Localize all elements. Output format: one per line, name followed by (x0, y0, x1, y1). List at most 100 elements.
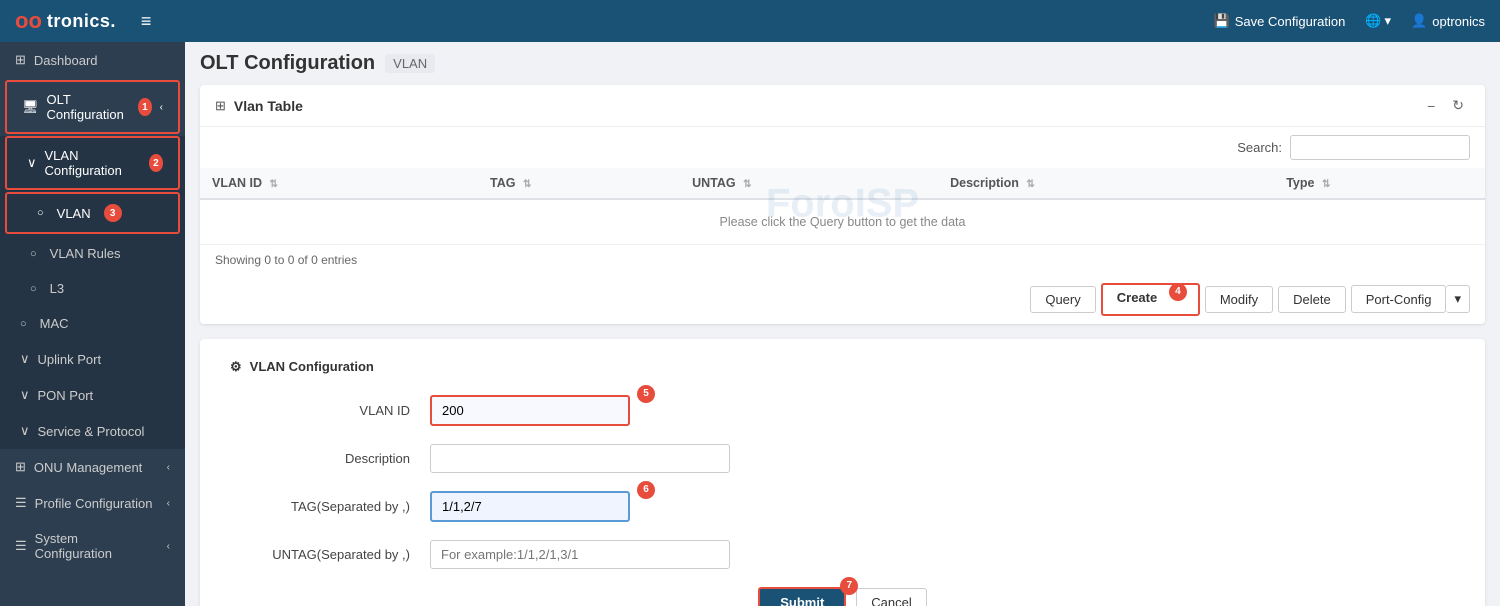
vlan-id-label: VLAN ID (230, 403, 430, 418)
sidebar-onu-label: ONU Management (34, 460, 142, 475)
sidebar-l3-label: L3 (50, 281, 64, 296)
sidebar-item-vlan[interactable]: ○ VLAN 3 (7, 194, 178, 232)
olt-config-chevron: ‹ (160, 102, 163, 113)
vlan-table: VLAN ID ⇅ TAG ⇅ UNTAG ⇅ Description ⇅ Ty… (200, 168, 1485, 245)
user-icon: 👤 (1411, 13, 1427, 29)
col-description: Description ⇅ (938, 168, 1274, 199)
sidebar-item-uplink-port[interactable]: ∨ Uplink Port (0, 341, 185, 377)
radio-mac-icon: ○ (20, 318, 27, 330)
delete-button[interactable]: Delete (1278, 286, 1346, 313)
radio-vlan-icon: ○ (37, 207, 44, 219)
vlan-highlight: ○ VLAN 3 (5, 192, 180, 234)
sidebar: ⊞ Dashboard 🖥 OLT Configuration 1 ‹ ∨ VL… (0, 42, 185, 606)
sidebar-dashboard-label: Dashboard (34, 53, 98, 68)
table-controls: Search: (200, 127, 1485, 168)
query-button[interactable]: Query (1030, 286, 1095, 313)
card-header-actions: − ↻ (1421, 95, 1470, 116)
submit-button[interactable]: Submit (758, 587, 846, 606)
badge-4: 4 (1169, 283, 1187, 301)
badge-3: 3 (104, 204, 122, 222)
sidebar-item-pon-port[interactable]: ∨ PON Port (0, 377, 185, 413)
form-row-untag: UNTAG(Separated by ,) (230, 540, 1455, 569)
sidebar-vlan-rules-label: VLAN Rules (50, 246, 121, 261)
sidebar-item-vlan-rules[interactable]: ○ VLAN Rules (0, 236, 185, 271)
refresh-button[interactable]: ↻ (1446, 95, 1470, 116)
submit-btn-wrap: Submit 7 (758, 587, 846, 606)
monitor-icon: 🖥 (22, 99, 39, 115)
system-icon: ☰ (15, 538, 27, 554)
sidebar-sub2: ○ VLAN 3 ○ VLAN Rules ○ L3 (0, 192, 185, 306)
logo-text: tronics. (47, 11, 116, 32)
nav-right: 💾 Save Configuration 🌐 ▾ 👤 optronics (1214, 13, 1485, 29)
empty-message: Please click the Query button to get the… (200, 199, 1485, 245)
form-row-tag: TAG(Separated by ,) 6 (230, 491, 1455, 522)
save-icon: 💾 (1214, 13, 1230, 29)
config-icon: ⚙ (230, 359, 242, 375)
port-config-button[interactable]: Port-Config (1351, 285, 1447, 313)
modify-button[interactable]: Modify (1205, 286, 1273, 313)
logo-icon: oo (15, 8, 42, 34)
vlan-config-card: ⚙ VLAN Configuration VLAN ID 5 Descripti… (200, 339, 1485, 606)
table-icon: ⊞ (215, 98, 226, 114)
badge-1: 1 (138, 98, 151, 116)
badge-5: 5 (637, 385, 655, 403)
sidebar-item-profile-config[interactable]: ☰ Profile Configuration ‹ (0, 485, 185, 521)
profile-icon: ☰ (15, 495, 27, 511)
sidebar-item-mac[interactable]: ○ MAC (0, 306, 185, 341)
sidebar-item-olt-config[interactable]: 🖥 OLT Configuration 1 ‹ (7, 82, 178, 132)
search-input[interactable] (1290, 135, 1470, 160)
language-button[interactable]: 🌐 ▾ (1365, 13, 1391, 29)
sidebar-item-onu-management[interactable]: ⊞ ONU Management ‹ (0, 449, 185, 485)
tag-field-wrap: 6 (430, 491, 630, 522)
vlan-table-header: ⊞ Vlan Table − ↻ (200, 85, 1485, 127)
col-untag: UNTAG ⇅ (680, 168, 938, 199)
empty-row: Please click the Query button to get the… (200, 199, 1485, 245)
page-subtitle: VLAN (385, 54, 435, 73)
tag-input[interactable] (430, 491, 630, 522)
main-layout: ⊞ Dashboard 🖥 OLT Configuration 1 ‹ ∨ VL… (0, 42, 1500, 606)
sidebar-pon-label: PON Port (38, 388, 94, 403)
create-button[interactable]: Create 4 (1101, 283, 1200, 316)
user-label: optronics (1432, 14, 1485, 29)
save-config-label: Save Configuration (1235, 14, 1346, 29)
sidebar-uplink-label: Uplink Port (38, 352, 102, 367)
sidebar-olt-label: OLT Configuration (47, 92, 126, 122)
sidebar-item-dashboard[interactable]: ⊞ Dashboard (0, 42, 185, 78)
minimize-button[interactable]: − (1421, 95, 1441, 116)
system-chevron: ‹ (167, 541, 170, 552)
cancel-button[interactable]: Cancel (856, 588, 926, 606)
vlan-table-card: ForoISP ⊞ Vlan Table − ↻ Search: VLAN ID… (200, 85, 1485, 324)
sidebar-item-system-config[interactable]: ☰ System Configuration ‹ (0, 521, 185, 571)
hamburger-button[interactable]: ≡ (141, 11, 152, 32)
sidebar-mac-label: MAC (40, 316, 69, 331)
form-row-vlan-id: VLAN ID 5 (230, 395, 1455, 426)
sidebar-svc-label: Service & Protocol (38, 424, 145, 439)
network-icon: ⊞ (15, 459, 26, 475)
globe-icon: 🌐 (1365, 13, 1381, 29)
top-navbar: ootronics. ≡ 💾 Save Configuration 🌐 ▾ 👤 … (0, 0, 1500, 42)
sidebar-vlan-label: VLAN (57, 206, 91, 221)
create-label: Create (1117, 290, 1157, 305)
badge-7: 7 (840, 577, 858, 595)
user-menu-button[interactable]: 👤 optronics (1411, 13, 1485, 29)
sidebar-vlan-config-label: VLAN Configuration (45, 148, 136, 178)
globe-chevron: ▾ (1385, 13, 1392, 29)
chevron-svc-icon: ∨ (20, 423, 30, 439)
logo: ootronics. (15, 8, 116, 34)
vlan-config-highlight: ∨ VLAN Configuration 2 (5, 136, 180, 190)
description-input[interactable] (430, 444, 730, 473)
olt-config-highlight: 🖥 OLT Configuration 1 ‹ (5, 80, 180, 134)
page-header: OLT Configuration VLAN (200, 52, 1485, 75)
page-title: OLT Configuration (200, 52, 375, 75)
sidebar-item-vlan-config[interactable]: ∨ VLAN Configuration 2 (7, 138, 178, 188)
vlan-id-input[interactable] (430, 395, 630, 426)
sidebar-item-l3[interactable]: ○ L3 (0, 271, 185, 306)
save-config-button[interactable]: 💾 Save Configuration (1214, 13, 1346, 29)
chevron-uplink-icon: ∨ (20, 351, 30, 367)
port-config-dropdown[interactable]: ▾ (1446, 285, 1470, 313)
untag-input[interactable] (430, 540, 730, 569)
sidebar-item-service-protocol[interactable]: ∨ Service & Protocol (0, 413, 185, 449)
col-tag: TAG ⇅ (478, 168, 680, 199)
form-row-description: Description (230, 444, 1455, 473)
sidebar-system-label: System Configuration (35, 531, 159, 561)
